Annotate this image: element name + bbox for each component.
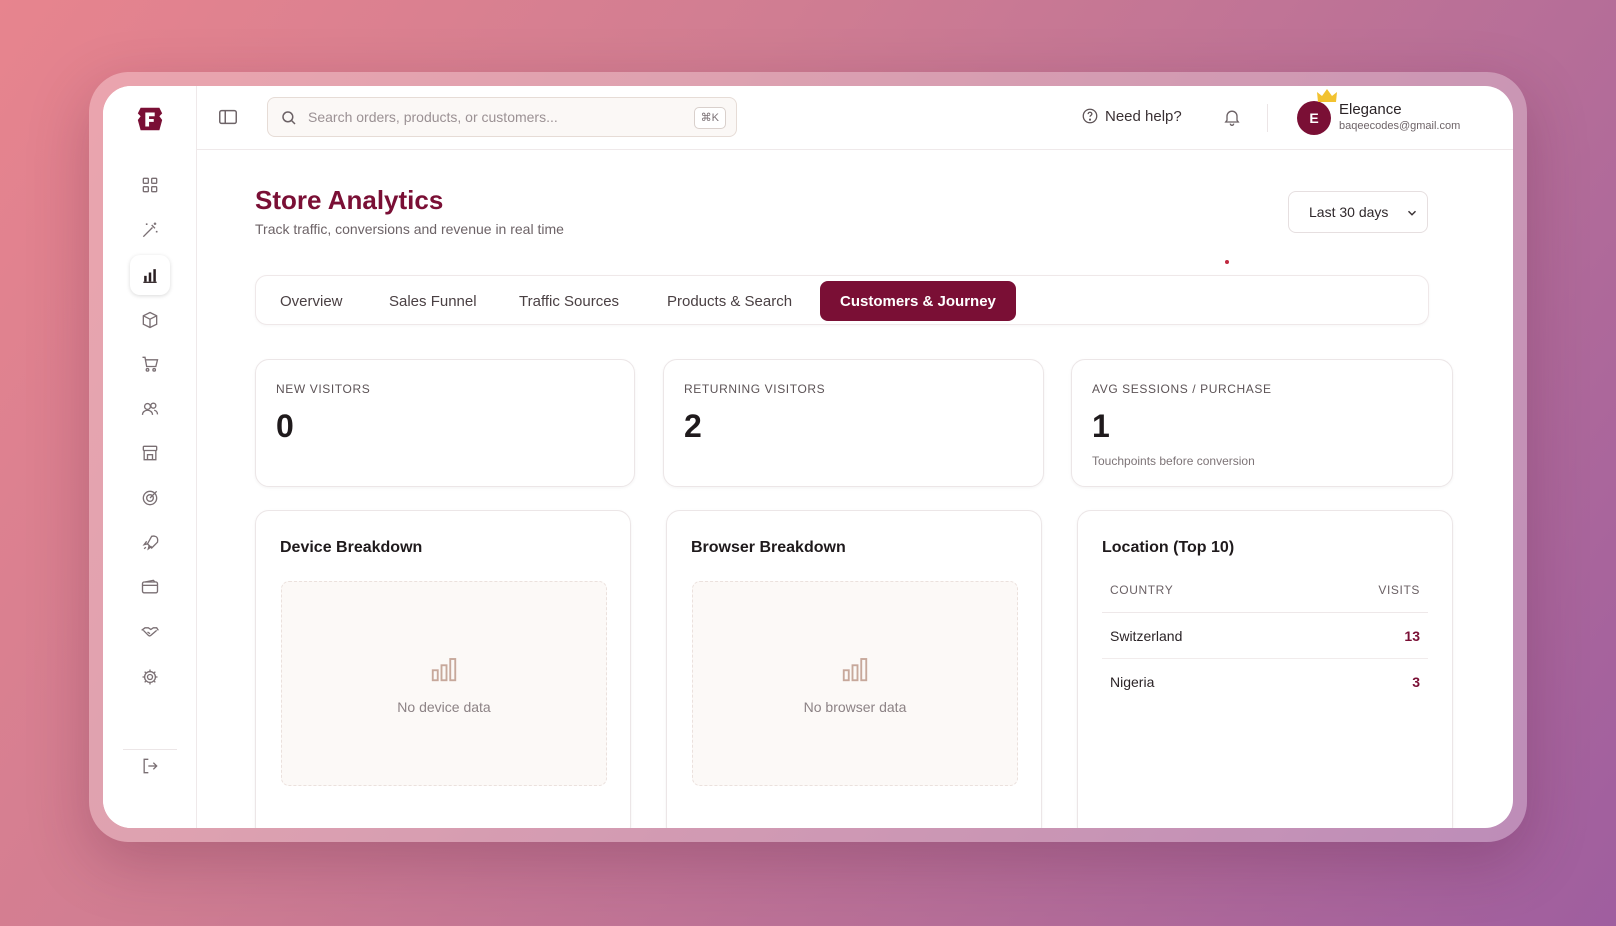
sidebar-item-ai-tools[interactable] [130,210,170,250]
sidebar-item-launch[interactable] [130,523,170,563]
sidebar-toggle-button[interactable] [217,106,241,130]
avatar[interactable]: E [1297,101,1331,135]
bar-chart-icon [143,269,157,283]
users-icon [141,402,159,415]
help-icon [1082,108,1098,124]
user-email: baqeecodes@gmail.com [1339,120,1461,132]
search-icon [282,111,296,125]
rocket-icon [142,535,159,551]
browser-breakdown-panel: Browser Breakdown No browser data [666,510,1042,828]
sidebar-item-analytics[interactable] [130,255,170,295]
tab-customers-journey[interactable]: Customers & Journey [820,281,1016,321]
sidebar-item-partners[interactable] [130,612,170,652]
avatar-initial: E [1309,110,1319,126]
stat-label: NEW VISITORS [276,382,371,396]
panel-title: Browser Breakdown [691,539,846,556]
stat-value: 2 [684,408,702,444]
location-panel: Location (Top 10) COUNTRY VISITS Switzer… [1077,510,1453,828]
sidebar [103,86,197,828]
sidebar-item-settings[interactable] [130,657,170,697]
tab-products-search[interactable]: Products & Search [647,281,812,321]
app-window: ⌘K Need help? E Elegance baqeecodes@gmai… [103,86,1513,828]
help-label: Need help? [1105,107,1182,125]
stat-label: AVG SESSIONS / PURCHASE [1092,382,1272,396]
sidebar-item-dashboard[interactable] [130,165,170,205]
logout-icon [143,758,158,774]
empty-state-text: No device data [397,699,491,715]
column-header-country: COUNTRY [1110,583,1174,597]
box-icon [142,311,158,329]
page-subtitle: Track traffic, conversions and revenue i… [255,221,564,237]
sidebar-item-store[interactable] [130,433,170,473]
visits-cell: 13 [1404,628,1420,644]
settings-icon [142,669,158,685]
top-bar: ⌘K Need help? E Elegance baqeecodes@gmai… [197,86,1513,150]
crown-icon [1317,89,1337,102]
stat-note: Touchpoints before conversion [1092,454,1255,468]
bar-chart-outline-icon [431,658,457,682]
sidebar-item-customers[interactable] [130,389,170,429]
bell-icon [1224,110,1240,126]
empty-state: No device data [281,581,607,786]
tab-traffic-sources[interactable]: Traffic Sources [499,281,639,321]
empty-state-text: No browser data [803,699,907,715]
cart-icon [142,356,159,372]
bar-chart-outline-icon [842,658,868,682]
search-shortcut-badge: ⌘K [693,107,726,129]
stat-value: 0 [276,408,294,444]
table-row: Switzerland 13 [1102,613,1428,659]
search-bar: ⌘K [267,97,737,137]
sidebar-item-products[interactable] [130,300,170,340]
stat-label: RETURNING VISITORS [684,382,826,396]
page-title: Store Analytics [255,185,444,215]
date-range-select[interactable]: Last 30 days [1288,191,1428,233]
wallet-icon [141,579,159,594]
stat-card-new-visitors: NEW VISITORS 0 [255,359,635,487]
stat-card-returning-visitors: RETURNING VISITORS 2 [663,359,1044,487]
topbar-divider [1267,104,1268,132]
logout-button[interactable] [130,746,170,786]
country-cell: Nigeria [1110,674,1155,690]
table-header: COUNTRY VISITS [1102,583,1428,613]
search-input[interactable] [308,98,668,136]
help-button[interactable]: Need help? [1081,107,1182,125]
table-row: Nigeria 3 [1102,659,1428,705]
grid-icon [142,177,158,193]
visits-cell: 3 [1412,674,1420,690]
notifications-button[interactable] [1222,107,1242,127]
sidebar-panel-icon [219,109,237,125]
store-icon [142,445,158,461]
chevron-down-icon [1407,210,1417,216]
stat-value: 1 [1092,408,1110,444]
panel-title: Device Breakdown [280,539,423,556]
stat-card-avg-sessions: AVG SESSIONS / PURCHASE 1 Touchpoints be… [1071,359,1453,487]
brand-logo[interactable] [133,102,167,136]
tab-overview[interactable]: Overview [260,281,363,321]
empty-state: No browser data [692,581,1018,786]
sidebar-item-orders[interactable] [130,344,170,384]
sidebar-item-marketing[interactable] [130,478,170,518]
device-breakdown-panel: Device Breakdown No device data [255,510,631,828]
panel-title: Location (Top 10) [1102,539,1235,556]
user-name[interactable]: Elegance [1339,101,1402,118]
handshake-icon [141,627,159,637]
date-range-value: Last 30 days [1309,204,1389,220]
sidebar-item-payments[interactable] [130,567,170,607]
country-cell: Switzerland [1110,628,1183,644]
analytics-tabs: Overview Sales Funnel Traffic Sources Pr… [255,275,1429,325]
indicator-dot [1225,260,1229,264]
tab-sales-funnel[interactable]: Sales Funnel [369,281,497,321]
magic-wand-icon [142,222,158,238]
column-header-visits: VISITS [1378,583,1420,597]
target-icon [142,490,158,506]
